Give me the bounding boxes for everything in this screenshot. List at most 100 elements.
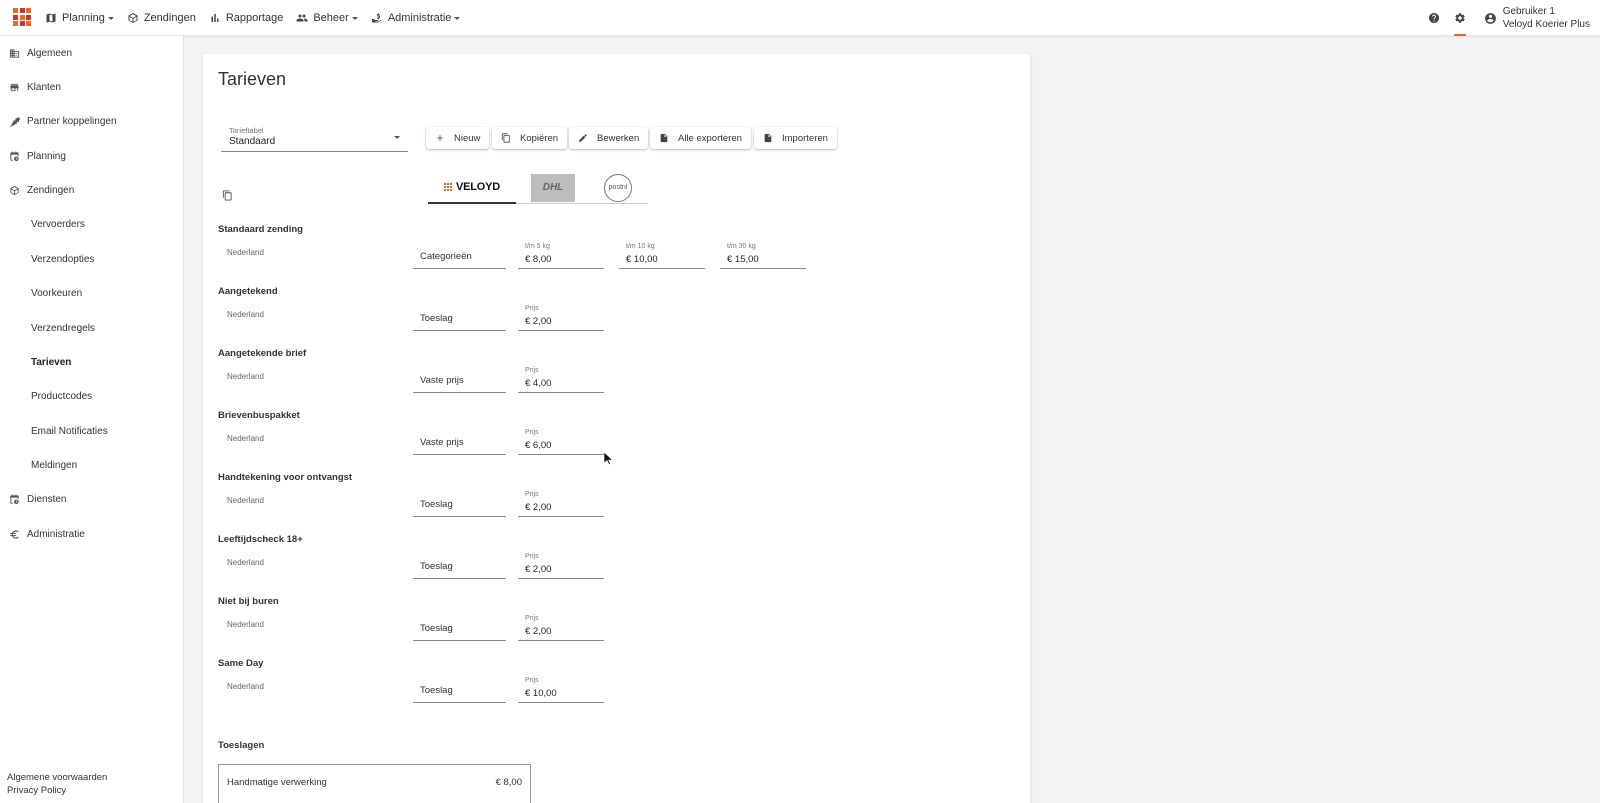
sidebar-item-label: Verzendregels <box>31 322 95 334</box>
rate-type-value: Toeslag <box>420 499 453 510</box>
rate-type-select[interactable]: Toeslag <box>413 615 506 641</box>
price-label: t/m 10 kg <box>626 243 655 250</box>
rate-type-select[interactable]: Categorieën <box>413 243 506 269</box>
price-field[interactable]: Prijs € 2,00 <box>518 305 604 331</box>
help-icon <box>1428 13 1439 23</box>
nav-rapportage[interactable]: Rapportage <box>209 12 284 24</box>
rate-type-select[interactable]: Toeslag <box>413 491 506 517</box>
edit-button[interactable]: Bewerken <box>569 127 649 149</box>
sidebar-item-tarieven[interactable]: Tarieven <box>0 352 184 372</box>
price-field[interactable]: Prijs € 2,00 <box>518 553 604 579</box>
sidebar-item-label: Partner koppelingen <box>27 115 117 127</box>
rate-type-select[interactable]: Toeslag <box>413 677 506 703</box>
sidebar-item-diensten[interactable]: Diensten <box>0 489 184 509</box>
new-button[interactable]: Nieuw <box>426 127 490 149</box>
nav-beheer[interactable]: Beheer <box>296 12 358 24</box>
sidebar-item-label: Administratie <box>27 528 85 540</box>
sidebar-item-algemeen[interactable]: Algemeen <box>0 43 184 63</box>
price-field[interactable]: Prijs € 10,00 <box>518 677 604 703</box>
import-button[interactable]: Importeren <box>754 127 837 149</box>
store-icon <box>10 83 19 91</box>
rate-type-select[interactable]: Toeslag <box>413 305 506 331</box>
sidebar-item-label: Algemeen <box>27 47 73 59</box>
section-title: Same Day <box>218 658 264 669</box>
price-value: € 4,00 <box>525 378 552 389</box>
nav-planning[interactable]: Planning <box>45 12 114 24</box>
price-label: Prijs <box>525 615 539 622</box>
package-icon <box>10 185 19 195</box>
sidebar-item-voorkeuren[interactable]: Voorkeuren <box>0 283 184 303</box>
sidebar-item-klanten[interactable]: Klanten <box>0 77 184 97</box>
nav-beheer-label: Beheer <box>313 12 349 24</box>
privacy-link[interactable]: Privacy Policy <box>7 785 66 796</box>
euro-icon <box>9 529 19 539</box>
rate-type-select[interactable]: Vaste prijs <box>413 367 506 393</box>
price-label: Prijs <box>525 305 539 312</box>
account-circle-icon <box>1484 12 1496 24</box>
terms-link[interactable]: Algemene voorwaarden <box>7 772 107 783</box>
price-field[interactable]: Prijs € 4,00 <box>518 367 604 393</box>
sidebar-item-productcodes[interactable]: Productcodes <box>0 386 184 406</box>
file-export-icon <box>660 133 668 143</box>
price-value: € 2,00 <box>525 502 552 513</box>
help-button[interactable] <box>1422 0 1446 36</box>
sidebar-item-vervoerders[interactable]: Vervoerders <box>0 214 184 234</box>
tariff-table-value: Standaard <box>229 136 276 147</box>
pencil-icon <box>579 134 587 142</box>
country-label: Nederland <box>227 310 264 319</box>
surcharge-item[interactable]: Handmatige verwerking € 8,00 <box>218 764 531 803</box>
top-bar: Planning Zendingen Rapportage Beheer Adm… <box>0 0 1600 36</box>
price-value: € 2,00 <box>525 564 552 575</box>
sidebar-item-meldingen[interactable]: Meldingen <box>0 455 184 475</box>
sidebar-item-administratie[interactable]: Administratie <box>0 524 184 544</box>
country-label: Nederland <box>227 248 264 257</box>
price-label: t/m 5 kg <box>525 243 550 250</box>
page-title: Tarieven <box>218 69 287 89</box>
surcharges-title: Toeslagen <box>218 740 265 751</box>
export-all-button[interactable]: Alle exporteren <box>650 127 751 149</box>
country-label: Nederland <box>227 434 264 443</box>
sidebar-item-verzendopties[interactable]: Verzendopties <box>0 249 184 269</box>
app-logo-icon[interactable] <box>13 8 31 26</box>
veloyd-dots-icon <box>443 183 452 191</box>
price-field[interactable]: Prijs € 2,00 <box>518 615 604 641</box>
price-field[interactable]: t/m 30 kg € 15,00 <box>720 243 806 269</box>
user-menu[interactable]: Gebruiker 1 Veloyd Koerier Plus <box>1484 5 1590 31</box>
nav-administratie-label: Administratie <box>387 12 452 24</box>
price-field[interactable]: Prijs € 2,00 <box>518 491 604 517</box>
nav-administratie[interactable]: Administratie <box>371 12 461 24</box>
tab-veloyd[interactable]: VELOYD <box>428 172 516 204</box>
rate-type-value: Categorieën <box>420 251 472 262</box>
price-value: € 10,00 <box>525 688 557 699</box>
price-field[interactable]: t/m 10 kg € 10,00 <box>619 243 705 269</box>
top-right-actions: Gebruiker 1 Veloyd Koerier Plus <box>1422 0 1600 36</box>
rate-type-select[interactable]: Toeslag <box>413 553 506 579</box>
price-label: Prijs <box>525 367 539 374</box>
surcharge-name: Handmatige verwerking <box>227 777 327 788</box>
price-value: € 15,00 <box>727 254 759 265</box>
tab-postnl[interactable]: postnl <box>598 172 638 203</box>
settings-button[interactable] <box>1448 0 1472 36</box>
price-field[interactable]: t/m 5 kg € 8,00 <box>518 243 604 269</box>
rate-type-select[interactable]: Vaste prijs <box>413 429 506 455</box>
price-label: Prijs <box>525 553 539 560</box>
country-label: Nederland <box>227 372 264 381</box>
price-field[interactable]: Prijs € 6,00 <box>518 429 604 455</box>
tariff-table-select[interactable]: Tarieftabel Standaard <box>221 124 408 152</box>
sidebar-item-email-notificaties[interactable]: Email Notificaties <box>0 421 184 441</box>
price-value: € 2,00 <box>525 626 552 637</box>
sidebar-item-planning[interactable]: Planning <box>0 146 184 166</box>
nav-rapportage-label: Rapportage <box>225 12 284 24</box>
user-info: Gebruiker 1 Veloyd Koerier Plus <box>1503 5 1590 31</box>
sidebar-item-zendingen[interactable]: Zendingen <box>0 180 184 200</box>
copy-rates-button[interactable] <box>222 190 236 204</box>
gear-icon <box>1455 13 1465 23</box>
nav-zendingen[interactable]: Zendingen <box>127 12 196 24</box>
tab-dhl[interactable]: DHL <box>528 172 578 203</box>
section-title: Brievenbuspakket <box>218 410 300 421</box>
plug-icon <box>10 116 20 127</box>
copy-button[interactable]: Kopiëren <box>492 127 568 149</box>
sidebar-item-partner-koppelingen[interactable]: Partner koppelingen <box>0 111 184 131</box>
sidebar-item-verzendregels[interactable]: Verzendregels <box>0 318 184 338</box>
carrier-tabs: VELOYD DHL postnl <box>428 172 648 204</box>
